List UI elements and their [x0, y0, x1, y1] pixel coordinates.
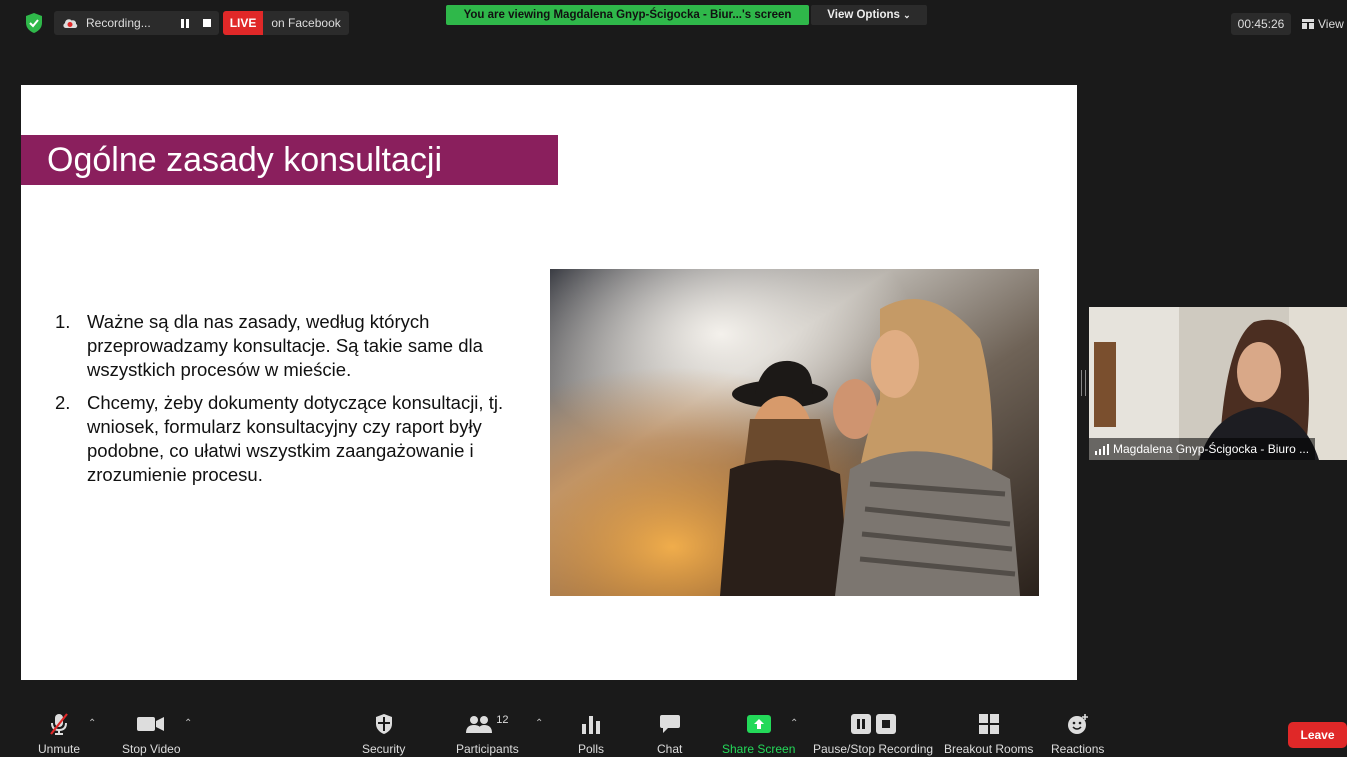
- slide-photo-women-laughing: [550, 269, 1039, 596]
- security-button[interactable]: Security: [362, 712, 405, 756]
- reactions-smiley-icon: [1067, 714, 1088, 734]
- participants-options-caret-icon[interactable]: ⌃: [535, 718, 543, 729]
- list-item-number: 1.: [55, 311, 71, 332]
- view-options-button[interactable]: View Options ⌄: [811, 5, 927, 25]
- unmute-label: Unmute: [38, 742, 81, 756]
- viewing-screen-banner: You are viewing Magdalena Gnyp-Ścigocka …: [446, 5, 809, 25]
- cloud-recording-icon: [63, 19, 78, 28]
- polls-button[interactable]: Polls: [578, 712, 604, 756]
- list-item: 2. Chcemy, żeby dokumenty dotyczące kons…: [55, 391, 545, 487]
- list-item-number: 2.: [55, 392, 71, 413]
- muted-microphone-icon: [50, 713, 68, 735]
- share-screen-button[interactable]: Share Screen: [722, 712, 795, 756]
- video-camera-icon: [137, 717, 165, 731]
- live-badge: LIVE: [222, 11, 264, 35]
- signal-strength-icon: [1095, 443, 1109, 455]
- breakout-rooms-grid-icon: [978, 714, 999, 734]
- stop-recording-icon[interactable]: [202, 19, 211, 27]
- live-platform-label: on Facebook: [271, 16, 341, 30]
- pause-icon: [850, 714, 871, 734]
- stop-video-label: Stop Video: [122, 742, 181, 756]
- breakout-rooms-button[interactable]: Breakout Rooms: [944, 712, 1033, 756]
- chat-bubble-icon: [659, 715, 680, 733]
- share-options-caret-icon[interactable]: ⌃: [790, 718, 798, 729]
- recording-indicator: Recording...: [54, 11, 219, 35]
- live-stream-indicator[interactable]: LIVE on Facebook: [222, 11, 349, 35]
- view-options-label: View Options: [827, 9, 900, 21]
- share-screen-label: Share Screen: [722, 742, 796, 756]
- stop-icon: [875, 714, 896, 734]
- reactions-button[interactable]: Reactions: [1051, 712, 1104, 756]
- video-options-caret-icon[interactable]: ⌃: [184, 718, 192, 729]
- slide-title-band: Ogólne zasady konsultacji: [21, 135, 558, 185]
- breakout-rooms-label: Breakout Rooms: [944, 742, 1034, 756]
- view-layout-button[interactable]: View: [1302, 13, 1344, 35]
- list-item-text: Chcemy, żeby dokumenty dotyczące konsult…: [87, 392, 504, 485]
- encryption-shield-icon[interactable]: [24, 12, 44, 34]
- pause-stop-recording-label: Pause/Stop Recording: [813, 742, 934, 756]
- chevron-down-icon: ⌄: [903, 10, 911, 20]
- audio-options-caret-icon[interactable]: ⌃: [88, 718, 96, 729]
- unmute-button[interactable]: Unmute: [38, 712, 80, 756]
- slide-numbered-list: 1. Ważne są dla nas zasady, według który…: [55, 310, 545, 496]
- participants-label: Participants: [456, 742, 519, 756]
- view-label: View: [1318, 17, 1344, 31]
- security-shield-icon: [375, 714, 392, 734]
- pause-recording-icon[interactable]: [180, 18, 189, 28]
- meeting-toolbar: Unmute ⌃ Stop Video ⌃ Security 12 Partic…: [0, 700, 1347, 757]
- participants-count: 12: [496, 714, 509, 726]
- stop-video-button[interactable]: Stop Video: [122, 712, 181, 756]
- meeting-timer: 00:45:26: [1231, 13, 1291, 35]
- slide-title: Ogólne zasady konsultacji: [47, 141, 443, 179]
- participants-icon: [466, 716, 493, 733]
- leave-meeting-button[interactable]: Leave: [1288, 722, 1347, 748]
- recording-label: Recording...: [86, 16, 151, 30]
- participant-name-overlay: Magdalena Gnyp-Ścigocka - Biuro ...: [1089, 438, 1316, 460]
- participants-button[interactable]: 12 Participants: [456, 712, 519, 756]
- chat-button[interactable]: Chat: [657, 712, 682, 756]
- meeting-top-bar: Recording... LIVE on Facebook You are vi…: [0, 0, 1347, 40]
- participant-video-tile[interactable]: Magdalena Gnyp-Ścigocka - Biuro ...: [1089, 307, 1347, 460]
- polls-bar-chart-icon: [582, 716, 600, 734]
- pause-stop-recording-button[interactable]: Pause/Stop Recording: [813, 712, 933, 756]
- security-label: Security: [362, 742, 406, 756]
- shared-screen-slide: Ogólne zasady konsultacji 1. Ważne są dl…: [21, 85, 1077, 680]
- grid-view-icon: [1302, 19, 1314, 29]
- list-item: 1. Ważne są dla nas zasady, według który…: [55, 310, 545, 382]
- chat-label: Chat: [657, 742, 683, 756]
- recording-status-group: Recording... LIVE on Facebook: [24, 11, 349, 35]
- list-item-text: Ważne są dla nas zasady, według których …: [87, 311, 483, 380]
- reactions-label: Reactions: [1051, 742, 1105, 756]
- participant-name: Magdalena Gnyp-Ścigocka - Biuro ...: [1113, 442, 1310, 456]
- panel-resize-handle[interactable]: [1081, 370, 1086, 396]
- polls-label: Polls: [578, 742, 605, 756]
- share-screen-arrow-icon: [746, 715, 771, 733]
